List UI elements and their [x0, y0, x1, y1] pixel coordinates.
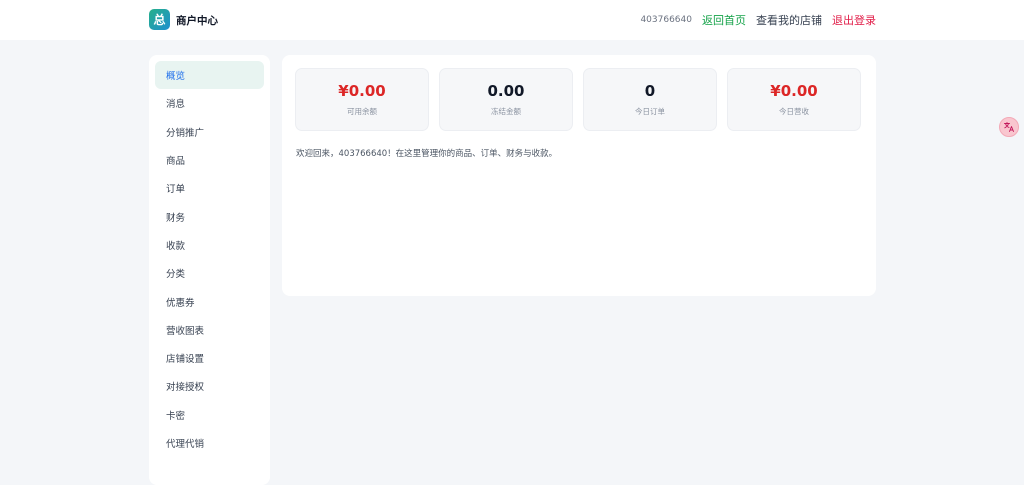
top-navbar: 总 商户中心 403766640 返回首页 查看我的店铺 退出登录 [0, 0, 1024, 40]
sidebar-item-products[interactable]: 商品 [155, 146, 264, 174]
sidebar-item-messages[interactable]: 消息 [155, 89, 264, 117]
brand-logo-icon[interactable]: 总 [149, 9, 170, 30]
top-nav-links: 403766640 返回首页 查看我的店铺 退出登录 [640, 12, 876, 28]
sidebar-item-finance[interactable]: 财务 [155, 202, 264, 230]
sidebar-item-payments[interactable]: 收款 [155, 231, 264, 259]
sidebar-item-api-auth[interactable]: 对接授权 [155, 372, 264, 400]
stat-value: ¥0.00 [770, 82, 818, 100]
stat-card-today-orders: 0 今日订单 [583, 68, 717, 131]
sidebar-item-coupons[interactable]: 优惠券 [155, 287, 264, 315]
stat-label: 可用余额 [347, 107, 377, 116]
stat-card-today-revenue: ¥0.00 今日营收 [727, 68, 861, 131]
stat-value: 0 [644, 82, 656, 100]
sidebar-item-distribution[interactable]: 分销推广 [155, 118, 264, 146]
translate-icon[interactable] [999, 117, 1019, 137]
overview-panel: ¥0.00 可用余额 0.00 冻结金额 0 今日订单 ¥0.00 今日营收 欢… [282, 55, 876, 296]
sidebar-item-shop-settings[interactable]: 店铺设置 [155, 344, 264, 372]
welcome-message: 欢迎回来，403766640！在这里管理你的商品、订单、财务与收款。 [296, 149, 558, 159]
stat-card-available-balance: ¥0.00 可用余额 [295, 68, 429, 131]
user-id: 403766640 [640, 15, 692, 25]
sidebar-item-categories[interactable]: 分类 [155, 259, 264, 287]
logout-link[interactable]: 退出登录 [832, 12, 876, 28]
back-home-link[interactable]: 返回首页 [702, 12, 746, 28]
translate-glyph-icon [1004, 122, 1014, 132]
sidebar-item-orders[interactable]: 订单 [155, 174, 264, 202]
sidebar-item-card-keys[interactable]: 卡密 [155, 401, 264, 429]
stat-value: 0.00 [487, 82, 525, 100]
sidebar-item-agency[interactable]: 代理代销 [155, 429, 264, 457]
stat-label: 今日营收 [779, 107, 809, 116]
stat-label: 今日订单 [635, 107, 665, 116]
stat-value: ¥0.00 [338, 82, 386, 100]
brand-title[interactable]: 商户中心 [176, 13, 218, 28]
sidebar-item-revenue-charts[interactable]: 营收图表 [155, 316, 264, 344]
sidebar: 概览 消息 分销推广 商品 订单 财务 收款 分类 优惠券 营收图表 店铺设置 … [149, 55, 270, 485]
stats-row: ¥0.00 可用余额 0.00 冻结金额 0 今日订单 ¥0.00 今日营收 [295, 68, 861, 131]
sidebar-item-overview[interactable]: 概览 [155, 61, 264, 90]
stat-label: 冻结金额 [491, 107, 521, 116]
stat-card-frozen-amount: 0.00 冻结金额 [439, 68, 573, 131]
view-shop-link[interactable]: 查看我的店铺 [756, 12, 822, 28]
